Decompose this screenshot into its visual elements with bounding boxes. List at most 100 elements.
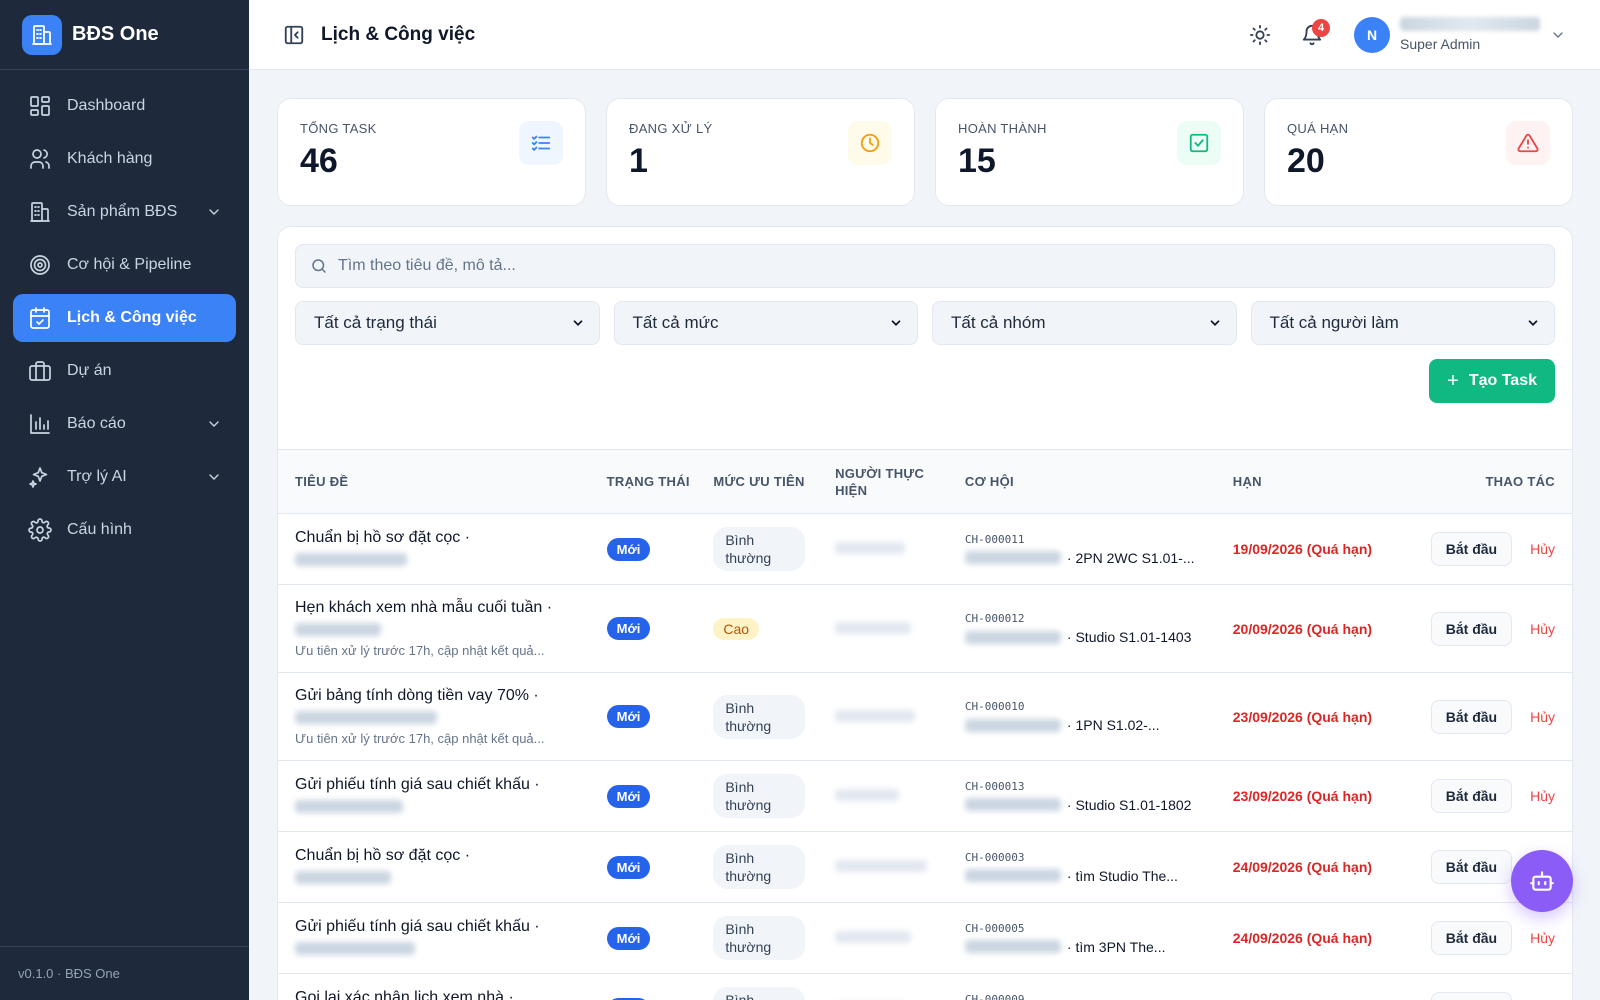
task-title[interactable]: Gửi phiếu tính giá sau chiết khấu · <box>295 918 591 936</box>
assignee-redacted <box>835 542 906 554</box>
opportunity-code[interactable]: CH-000011 <box>965 533 1217 546</box>
assignee-filter-value: Tất cả người làm <box>1269 313 1399 332</box>
col-header-title[interactable]: TIÊU ĐỀ <box>278 449 599 514</box>
col-header-assignee[interactable]: NGƯỜI THỰC HIỆN <box>827 449 957 514</box>
opportunity-code[interactable]: CH-000009 <box>965 993 1217 1000</box>
table-row[interactable]: Hẹn khách xem nhà mẫu cuối tuần · Ưu tiên… <box>278 584 1572 673</box>
plus-icon: + <box>1447 369 1459 392</box>
start-task-button[interactable]: Bắt đầu <box>1430 921 1513 955</box>
opportunity-code[interactable]: CH-000013 <box>965 780 1217 793</box>
sidebar-item-0[interactable]: Dashboard <box>13 82 236 130</box>
create-task-button[interactable]: + Tạo Task <box>1429 359 1555 403</box>
sidebar-item-5[interactable]: Dự án <box>13 347 236 395</box>
opportunity-code[interactable]: CH-000010 <box>965 700 1217 713</box>
sidebar-item-6[interactable]: Báo cáo <box>13 400 236 448</box>
customer-name-redacted <box>295 871 391 884</box>
task-title[interactable]: Gửi bảng tính dòng tiền vay 70% · <box>295 687 591 705</box>
notification-badge: 4 <box>1312 18 1330 37</box>
check-square-icon <box>1177 121 1221 165</box>
due-date: 20/09/2026 (Quá hạn) <box>1232 620 1373 637</box>
opportunity-customer-redacted <box>964 630 1061 644</box>
status-badge: Mới <box>606 537 651 561</box>
calendar-check-icon <box>27 305 53 331</box>
sparkles-icon <box>27 464 53 490</box>
group-filter-select[interactable]: Tất cả nhóm <box>932 301 1237 345</box>
sidebar-item-2[interactable]: Sản phẩm BĐS <box>13 188 236 236</box>
col-header-due[interactable]: HẠN <box>1224 449 1381 514</box>
customer-name-redacted <box>295 800 403 813</box>
user-menu[interactable]: N Super Admin <box>1354 16 1566 53</box>
robot-icon <box>1530 871 1554 891</box>
priority-filter-select[interactable]: Tất cả mức <box>613 301 918 345</box>
assignee-redacted <box>835 789 900 801</box>
table-row[interactable]: Gửi phiếu tính giá sau chiết khấu · Mới Bì… <box>278 902 1572 974</box>
col-header-priority[interactable]: MỨC ƯU TIÊN <box>705 449 828 514</box>
notifications-button[interactable]: 4 <box>1294 17 1330 53</box>
assignee-filter-select[interactable]: Tất cả người làm <box>1250 301 1555 345</box>
table-row[interactable]: Chuẩn bị hồ sơ đặt cọc · Mới Bình thường CH… <box>278 831 1572 903</box>
start-task-button[interactable]: Bắt đầu <box>1430 992 1513 1000</box>
opportunity-customer-redacted <box>964 869 1061 882</box>
customer-name-redacted <box>295 623 381 636</box>
sidebar-item-4[interactable]: Lịch & Công việc <box>13 294 236 342</box>
status-badge: Mới <box>606 617 651 640</box>
task-title[interactable]: Gọi lại xác nhận lịch xem nhà · <box>295 989 591 1000</box>
start-task-button[interactable]: Bắt đầu <box>1430 779 1513 813</box>
status-badge: Mới <box>606 784 651 808</box>
assignee-redacted <box>835 709 916 722</box>
sidebar-item-label: Sản phẩm BĐS <box>67 203 178 220</box>
opportunity-customer-redacted <box>964 798 1061 811</box>
cancel-task-button[interactable]: Hủy <box>1530 541 1555 557</box>
cancel-task-button[interactable]: Hủy <box>1530 930 1555 946</box>
table-row[interactable]: Gửi phiếu tính giá sau chiết khấu · Mới Bì… <box>278 760 1572 832</box>
building-icon <box>27 199 53 225</box>
cancel-task-button[interactable]: Hủy <box>1530 709 1555 725</box>
sidebar-item-label: Báo cáo <box>67 415 126 432</box>
sidebar-toggle-icon[interactable] <box>283 24 305 46</box>
table-row[interactable]: Gọi lại xác nhận lịch xem nhà ·MớiBình t… <box>278 973 1572 1000</box>
status-badge: Mới <box>606 705 651 728</box>
start-task-button[interactable]: Bắt đầu <box>1430 532 1513 566</box>
task-title[interactable]: Chuẩn bị hồ sơ đặt cọc · <box>295 847 591 865</box>
chevron-down-icon <box>573 320 582 326</box>
task-title[interactable]: Gửi phiếu tính giá sau chiết khấu · <box>295 776 591 794</box>
status-filter-value: Tất cả trạng thái <box>314 313 437 332</box>
theme-toggle-button[interactable] <box>1242 17 1278 53</box>
opportunity-product: · tìm Studio The... <box>1066 867 1178 884</box>
opportunity-code[interactable]: CH-000003 <box>965 851 1217 864</box>
start-task-button[interactable]: Bắt đầu <box>1430 850 1513 884</box>
bar-chart-icon <box>27 411 53 437</box>
sidebar-item-label: Khách hàng <box>67 150 153 167</box>
opportunity-customer-redacted <box>964 551 1061 564</box>
avatar: N <box>1354 16 1390 53</box>
opportunity-product: · Studio S1.01-1403 <box>1066 629 1192 645</box>
ai-assistant-button[interactable] <box>1511 850 1573 912</box>
opportunity-code[interactable]: CH-000005 <box>965 922 1217 935</box>
tasks-panel: Tất cả trạng thái Tất cả mức Tất cả nhóm… <box>277 226 1573 1000</box>
start-task-button[interactable]: Bắt đầu <box>1430 611 1513 646</box>
col-header-opportunity[interactable]: CƠ HỘI <box>956 449 1225 514</box>
create-task-label: Tạo Task <box>1468 372 1537 389</box>
sidebar-item-7[interactable]: Trợ lý AI <box>13 453 236 501</box>
search-input[interactable] <box>338 257 1438 275</box>
sidebar-item-3[interactable]: Cơ hội & Pipeline <box>13 241 236 289</box>
task-description: Ưu tiên xử lý trước 17h, cập nhật kết qu… <box>295 731 545 746</box>
opportunity-product: · Studio S1.01-1802 <box>1066 796 1192 813</box>
sidebar-nav: Dashboard Khách hàng Sản phẩm BĐS Cơ hội & … <box>0 70 249 554</box>
brand[interactable]: BĐS One <box>0 0 249 70</box>
sidebar-item-8[interactable]: Cấu hình <box>13 506 236 554</box>
start-task-button[interactable]: Bắt đầu <box>1430 699 1513 734</box>
cancel-task-button[interactable]: Hủy <box>1530 621 1555 637</box>
task-title[interactable]: Chuẩn bị hồ sơ đặt cọc · <box>295 529 591 547</box>
opportunity-code[interactable]: CH-000012 <box>965 612 1217 625</box>
table-row[interactable]: Gửi bảng tính dòng tiền vay 70% · Ưu tiên… <box>278 672 1572 761</box>
cancel-task-button[interactable]: Hủy <box>1530 788 1555 804</box>
search-box[interactable] <box>295 244 1555 288</box>
table-row[interactable]: Chuẩn bị hồ sơ đặt cọc · Mới Bình thường CH… <box>278 513 1572 585</box>
opportunity-customer-redacted <box>964 718 1061 732</box>
col-header-status[interactable]: TRẠNG THÁI <box>598 449 706 514</box>
stat-card-0: Tổng task 46 <box>277 98 586 206</box>
task-title[interactable]: Hẹn khách xem nhà mẫu cuối tuần · <box>295 599 591 617</box>
sidebar-item-1[interactable]: Khách hàng <box>13 135 236 183</box>
status-filter-select[interactable]: Tất cả trạng thái <box>295 301 600 345</box>
